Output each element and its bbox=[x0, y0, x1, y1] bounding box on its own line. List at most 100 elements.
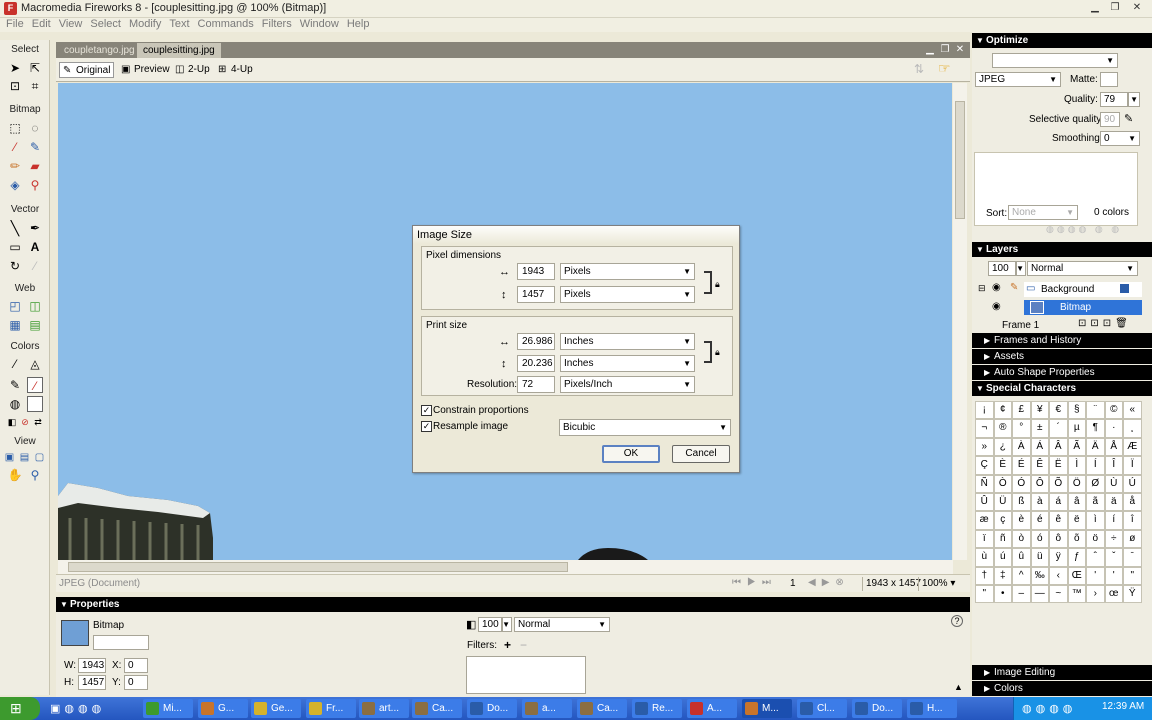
add-filter-icon[interactable]: + bbox=[504, 638, 511, 652]
special-char-cell[interactable]: ˇ bbox=[1104, 548, 1123, 567]
fill-color-icon[interactable]: ◍ bbox=[7, 396, 23, 412]
standard-screen-mode-icon[interactable]: ▣ bbox=[3, 450, 16, 463]
start-button[interactable]: ⊞ bbox=[0, 697, 40, 720]
print-height-input[interactable]: 20.236 bbox=[517, 355, 555, 372]
assets-panel[interactable]: ▶ Assets bbox=[972, 349, 1152, 364]
layer-blend-select[interactable]: Normal ▼ bbox=[1027, 261, 1138, 276]
eraser-tool-icon[interactable]: ▰ bbox=[27, 158, 43, 174]
freeform-tool-icon[interactable]: ↻ bbox=[7, 258, 23, 274]
smoothing-select[interactable]: 0 ▼ bbox=[1100, 131, 1140, 146]
tab-preview[interactable]: ▣ Preview bbox=[118, 62, 173, 78]
pointer-hand-icon[interactable]: ☞ bbox=[938, 60, 951, 77]
layer-panel-buttons[interactable]: ⊡⊡⊡🗑︎ bbox=[1078, 318, 1132, 329]
resolution-unit-select[interactable]: Pixels/Inch ▼ bbox=[560, 376, 695, 393]
special-char-cell[interactable]: Î bbox=[1104, 456, 1123, 475]
marquee-tool-icon[interactable]: ⬚ bbox=[7, 120, 23, 136]
special-char-cell[interactable]: ¥ bbox=[1030, 401, 1049, 420]
special-char-cell[interactable]: ¨ bbox=[1086, 401, 1105, 420]
x-input[interactable]: 0 bbox=[124, 658, 148, 673]
layer-visibility-eye-icon[interactable]: ◉ bbox=[992, 282, 1001, 293]
special-char-cell[interactable]: ÷ bbox=[1104, 529, 1123, 549]
special-char-cell[interactable]: ß bbox=[1012, 492, 1031, 512]
special-char-cell[interactable]: ¸ bbox=[1123, 419, 1142, 438]
properties-expand-icon[interactable]: ▲ bbox=[954, 682, 963, 692]
resample-image-label[interactable]: Resample image bbox=[433, 421, 508, 432]
taskbar-button[interactable]: a... bbox=[522, 699, 572, 718]
special-char-cell[interactable]: Â bbox=[1049, 437, 1068, 457]
y-input[interactable]: 0 bbox=[124, 675, 148, 690]
menu-window[interactable]: Window bbox=[296, 18, 343, 31]
blur-tool-icon[interactable]: ◈ bbox=[7, 177, 23, 193]
frame-nav-controls[interactable]: ◀▶⊗ bbox=[808, 577, 850, 588]
special-char-cell[interactable]: Ë bbox=[1049, 456, 1068, 475]
object-blend-select[interactable]: Normal ▼ bbox=[514, 617, 610, 632]
special-char-cell[interactable]: ® bbox=[993, 419, 1012, 438]
print-width-unit-select[interactable]: Inches ▼ bbox=[560, 333, 695, 350]
special-char-cell[interactable]: û bbox=[1012, 548, 1031, 567]
layer-opacity-input[interactable]: 100 bbox=[988, 261, 1016, 276]
zoom-tool-icon[interactable]: ⚲ bbox=[27, 467, 43, 483]
menu-commands[interactable]: Commands bbox=[194, 18, 258, 31]
special-char-cell[interactable]: · bbox=[1104, 419, 1123, 438]
menu-view[interactable]: View bbox=[55, 18, 87, 31]
special-char-cell[interactable]: è bbox=[1012, 511, 1031, 530]
hand-tool-icon[interactable]: ✋ bbox=[7, 467, 23, 483]
special-char-cell[interactable]: Í bbox=[1086, 456, 1105, 475]
lasso-tool-icon[interactable]: ◌ bbox=[27, 120, 43, 136]
tab-2up[interactable]: ◫ 2-Up bbox=[172, 62, 213, 78]
pixel-width-unit-select[interactable]: Pixels ▼ bbox=[560, 263, 695, 280]
resample-method-select[interactable]: Bicubic ▼ bbox=[559, 419, 731, 436]
special-char-cell[interactable]: ñ bbox=[993, 529, 1012, 549]
layer-row-background[interactable]: ▭ Background bbox=[1024, 282, 1142, 297]
special-char-cell[interactable]: € bbox=[1049, 401, 1068, 420]
pixel-height-unit-select[interactable]: Pixels ▼ bbox=[560, 286, 695, 303]
special-char-cell[interactable]: – bbox=[1012, 584, 1031, 604]
filters-list[interactable] bbox=[466, 656, 586, 694]
special-char-cell[interactable]: Æ bbox=[1123, 437, 1142, 457]
special-char-cell[interactable]: " bbox=[975, 584, 994, 604]
edit-selective-quality-icon[interactable]: ✎ bbox=[1124, 112, 1133, 125]
pencil-tool-icon[interactable]: ✏ bbox=[7, 158, 23, 174]
tab-coupletango[interactable]: coupletango.jpg bbox=[58, 43, 141, 58]
menu-edit[interactable]: Edit bbox=[28, 18, 55, 31]
height-input[interactable]: 1457 bbox=[78, 675, 106, 690]
special-char-cell[interactable]: é bbox=[1030, 511, 1049, 530]
special-char-cell[interactable]: ô bbox=[1049, 529, 1068, 549]
colors-panel[interactable]: ▶ Colors bbox=[972, 681, 1152, 696]
frames-and-history-panel[interactable]: ▶ Frames and History bbox=[972, 333, 1152, 348]
special-char-cell[interactable]: å bbox=[1123, 492, 1142, 512]
special-char-cell[interactable]: À bbox=[1012, 437, 1031, 457]
special-char-cell[interactable]: ' bbox=[1086, 566, 1105, 585]
saved-settings-select[interactable]: ▼ bbox=[992, 53, 1118, 68]
fill-color-swatch[interactable] bbox=[27, 396, 43, 412]
text-tool-icon[interactable]: A bbox=[27, 239, 43, 255]
special-char-cell[interactable]: æ bbox=[975, 511, 994, 530]
selective-quality-input[interactable]: 90 bbox=[1100, 112, 1120, 127]
quick-launch-icons[interactable]: ▣◍◍◍ bbox=[50, 702, 105, 715]
menu-modify[interactable]: Modify bbox=[125, 18, 165, 31]
special-char-cell[interactable]: ø bbox=[1123, 529, 1142, 549]
remove-filter-icon[interactable]: − bbox=[520, 638, 527, 652]
hide-slices-icon[interactable]: ▦ bbox=[7, 317, 23, 333]
special-char-cell[interactable]: ä bbox=[1104, 492, 1123, 512]
special-char-cell[interactable]: Á bbox=[1030, 437, 1049, 457]
taskbar-button[interactable]: art... bbox=[359, 699, 409, 718]
special-char-cell[interactable]: Ì bbox=[1067, 456, 1086, 475]
print-width-input[interactable]: 26.986 bbox=[517, 333, 555, 350]
taskbar-button[interactable]: M... bbox=[742, 699, 792, 718]
taskbar-button[interactable]: Re... bbox=[632, 699, 682, 718]
tab-original[interactable]: ✎ Original bbox=[59, 62, 115, 78]
special-char-cell[interactable]: Ÿ bbox=[1123, 584, 1142, 604]
knife-tool-icon[interactable]: ⁄ bbox=[27, 258, 43, 274]
sort-select[interactable]: None ▼ bbox=[1008, 205, 1078, 220]
special-char-cell[interactable]: Œ bbox=[1067, 566, 1086, 585]
taskbar-button[interactable]: Ge... bbox=[251, 699, 301, 718]
special-char-cell[interactable]: — bbox=[1030, 584, 1049, 604]
special-char-cell[interactable]: " bbox=[1123, 566, 1142, 585]
special-char-cell[interactable]: ó bbox=[1030, 529, 1049, 549]
vertical-scroll-thumb[interactable] bbox=[955, 101, 965, 219]
special-char-cell[interactable]: Ò bbox=[993, 474, 1012, 493]
color-table-buttons[interactable]: ◍◍◍◍ ◍ ◍ bbox=[1046, 224, 1122, 235]
doc-restore-icon[interactable]: ❐ bbox=[939, 43, 951, 56]
full-screen-mode-icon[interactable]: ▢ bbox=[33, 450, 46, 463]
